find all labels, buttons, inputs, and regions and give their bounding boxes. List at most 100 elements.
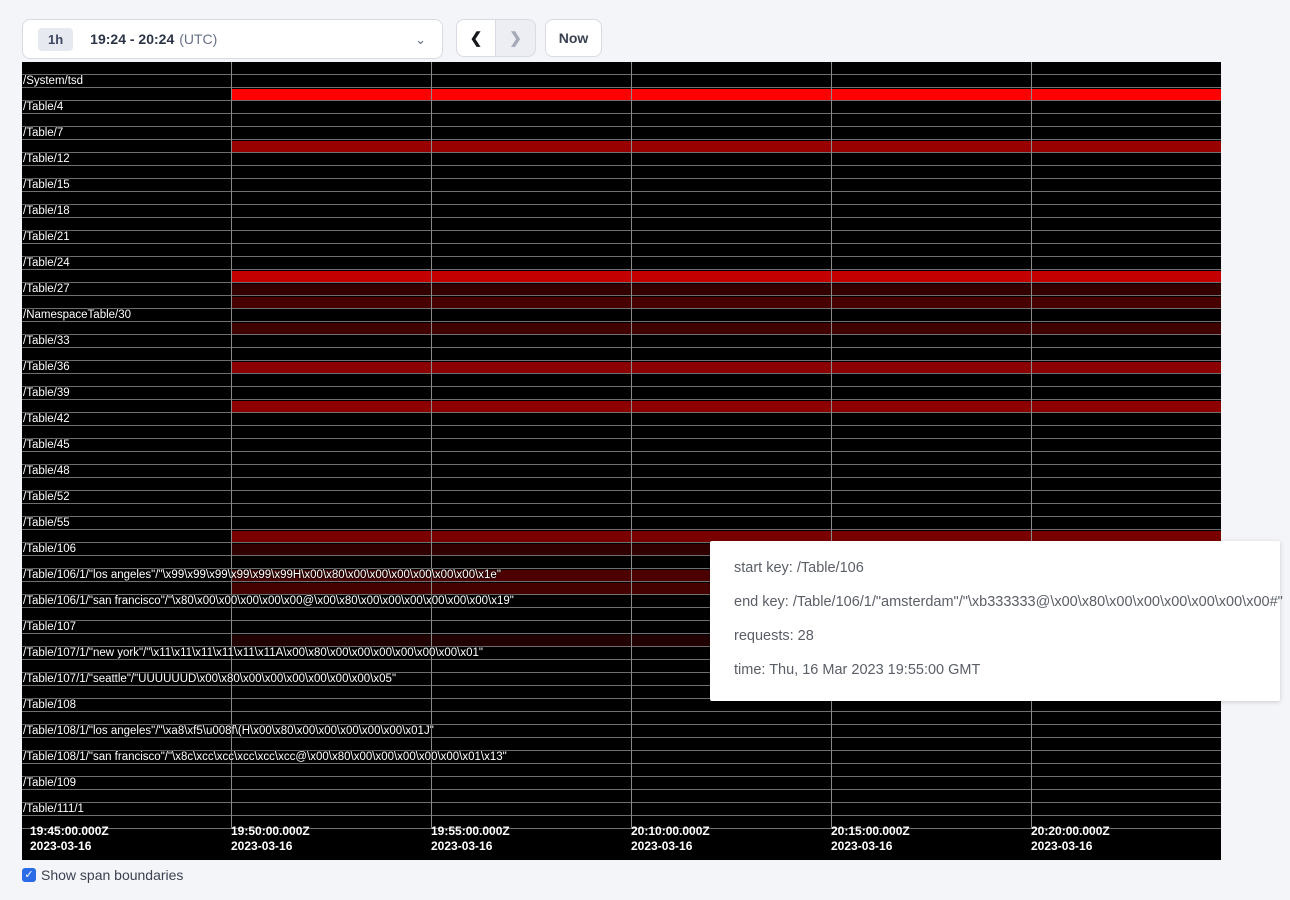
heatmap-row[interactable]: /Table/108/1/"los angeles"/"\xa8\xf5\u00… [22, 712, 1221, 738]
heatmap-span-cell[interactable] [22, 348, 1221, 361]
heatmap-span-cell[interactable] [22, 790, 1221, 803]
heatmap-row[interactable]: /Table/12 [22, 140, 1221, 166]
row-label: /Table/106/1/"los angeles"/"\x99\x99\x99… [23, 569, 501, 581]
heatmap-span-cell[interactable]: /System/tsd [22, 75, 1221, 88]
keyvisualizer-canvas[interactable]: /System/tsd/Table/4/Table/7/Table/12/Tab… [22, 62, 1221, 860]
heatmap-row[interactable]: /Table/24 [22, 244, 1221, 270]
heatmap-span-cell[interactable] [22, 764, 1221, 777]
heatmap-span-cell[interactable] [22, 88, 1221, 101]
heatmap-span-cell[interactable]: /Table/12 [22, 153, 1221, 166]
time-range-dropdown[interactable]: 1h 19:24 - 20:24 (UTC) ⌄ [22, 19, 443, 59]
heatmap-span-cell[interactable] [22, 322, 1221, 335]
chevron-down-icon: ⌄ [415, 33, 426, 46]
heatmap-row[interactable]: /Table/108/1/"san francisco"/"\x8c\xcc\x… [22, 738, 1221, 764]
row-label: /Table/42 [23, 413, 70, 425]
next-interval-button[interactable]: ❯ [496, 19, 536, 57]
heatmap-span-cell[interactable] [22, 192, 1221, 205]
prev-interval-button[interactable]: ❮ [456, 19, 496, 57]
tooltip-line: start key: /Table/106 [734, 551, 1256, 585]
heatmap-span-cell[interactable] [22, 374, 1221, 387]
heatmap-row[interactable]: /NamespaceTable/30 [22, 296, 1221, 322]
heatmap-span-cell[interactable] [22, 166, 1221, 179]
axis-tick: 19:55:00.000Z2023-03-16 [431, 824, 510, 853]
tick-time: 20:15:00.000Z [831, 824, 910, 838]
heatmap-row[interactable]: /Table/7 [22, 114, 1221, 140]
heatmap-row[interactable]: /Table/111/1 [22, 790, 1221, 816]
heatmap-span-cell[interactable] [22, 140, 1221, 153]
heatmap-row[interactable]: /Table/109 [22, 764, 1221, 790]
column-gridline [831, 62, 832, 829]
heatmap-span-cell[interactable] [22, 114, 1221, 127]
heat-band [231, 401, 1221, 412]
row-label: /Table/52 [23, 491, 70, 503]
heatmap-span-cell[interactable] [22, 712, 1221, 725]
heatmap-row[interactable]: /Table/21 [22, 218, 1221, 244]
tick-date: 2023-03-16 [431, 839, 510, 853]
heatmap-span-cell[interactable]: /Table/45 [22, 439, 1221, 452]
heatmap-span-cell[interactable] [22, 218, 1221, 231]
heatmap-span-cell[interactable] [22, 504, 1221, 517]
hover-tooltip: start key: /Table/106end key: /Table/106… [710, 541, 1280, 701]
heatmap-row[interactable]: /Table/18 [22, 192, 1221, 218]
heatmap-span-cell[interactable] [22, 244, 1221, 257]
heatmap-span-cell[interactable]: /Table/24 [22, 257, 1221, 270]
heatmap-row[interactable]: /Table/42 [22, 400, 1221, 426]
heatmap-span-cell[interactable] [22, 270, 1221, 283]
heatmap-row[interactable]: /Table/15 [22, 166, 1221, 192]
tick-time: 19:45:00.000Z [30, 824, 109, 838]
heatmap-span-cell[interactable]: /Table/4 [22, 101, 1221, 114]
heatmap-span-cell[interactable]: /Table/42 [22, 413, 1221, 426]
heatmap-span-cell[interactable]: /Table/18 [22, 205, 1221, 218]
heatmap-row[interactable]: /System/tsd [22, 62, 1221, 88]
heatmap-row[interactable]: /Table/27 [22, 270, 1221, 296]
range-duration-badge: 1h [38, 28, 73, 51]
heatmap-span-cell[interactable]: /Table/33 [22, 335, 1221, 348]
heatmap-row[interactable]: /Table/48 [22, 452, 1221, 478]
heatmap-row[interactable]: /Table/36 [22, 348, 1221, 374]
heatmap-span-cell[interactable]: /Table/39 [22, 387, 1221, 400]
row-label: /Table/18 [23, 205, 70, 217]
heatmap-row[interactable]: /Table/33 [22, 322, 1221, 348]
row-label: /Table/55 [23, 517, 70, 529]
row-label: /Table/107 [23, 621, 76, 633]
heatmap-span-cell[interactable]: /Table/55 [22, 517, 1221, 530]
show-span-boundaries-checkbox[interactable]: ✓ Show span boundaries [22, 867, 183, 883]
heatmap-row[interactable]: /Table/52 [22, 478, 1221, 504]
axis-tick: 19:45:00.000Z2023-03-16 [30, 824, 109, 853]
heatmap-span-cell[interactable] [22, 296, 1221, 309]
heatmap-row[interactable]: /Table/45 [22, 426, 1221, 452]
heat-band [231, 297, 1221, 308]
heatmap-row[interactable]: /Table/39 [22, 374, 1221, 400]
heatmap-span-cell[interactable]: /Table/21 [22, 231, 1221, 244]
heatmap-span-cell[interactable] [22, 478, 1221, 491]
heatmap-span-cell[interactable]: /Table/48 [22, 465, 1221, 478]
heatmap-span-cell[interactable]: /Table/7 [22, 127, 1221, 140]
heatmap-span-cell[interactable] [22, 62, 1221, 75]
heatmap-span-cell[interactable]: /Table/109 [22, 777, 1221, 790]
heatmap-rows: /System/tsd/Table/4/Table/7/Table/12/Tab… [22, 62, 1221, 829]
heatmap-span-cell[interactable]: /Table/15 [22, 179, 1221, 192]
heatmap-span-cell[interactable]: /Table/52 [22, 491, 1221, 504]
row-label: /Table/27 [23, 283, 70, 295]
heatmap-row[interactable]: /Table/55 [22, 504, 1221, 530]
checkbox-check-icon[interactable]: ✓ [22, 868, 36, 882]
heat-band [231, 323, 1221, 334]
heatmap-span-cell[interactable]: /NamespaceTable/30 [22, 309, 1221, 322]
time-nav-group: ❮ ❯ [456, 19, 536, 57]
now-button[interactable]: Now [545, 19, 602, 57]
heatmap-span-cell[interactable] [22, 738, 1221, 751]
range-text: 19:24 - 20:24 [90, 31, 174, 47]
heatmap-span-cell[interactable]: /Table/108/1/"los angeles"/"\xa8\xf5\u00… [22, 725, 1221, 738]
heatmap-span-cell[interactable]: /Table/108/1/"san francisco"/"\x8c\xcc\x… [22, 751, 1221, 764]
heatmap-row[interactable]: /Table/4 [22, 88, 1221, 114]
heatmap-span-cell[interactable]: /Table/111/1 [22, 803, 1221, 816]
axis-tick: 20:20:00.000Z2023-03-16 [1031, 824, 1110, 853]
heatmap-span-cell[interactable]: /Table/36 [22, 361, 1221, 374]
heatmap-span-cell[interactable] [22, 400, 1221, 413]
tick-date: 2023-03-16 [631, 839, 710, 853]
row-label: /Table/107/1/"seattle"/"UUUUUUD\x00\x80\… [23, 673, 396, 685]
heatmap-span-cell[interactable] [22, 426, 1221, 439]
heatmap-span-cell[interactable] [22, 452, 1221, 465]
heatmap-span-cell[interactable]: /Table/27 [22, 283, 1221, 296]
tick-date: 2023-03-16 [30, 839, 109, 853]
